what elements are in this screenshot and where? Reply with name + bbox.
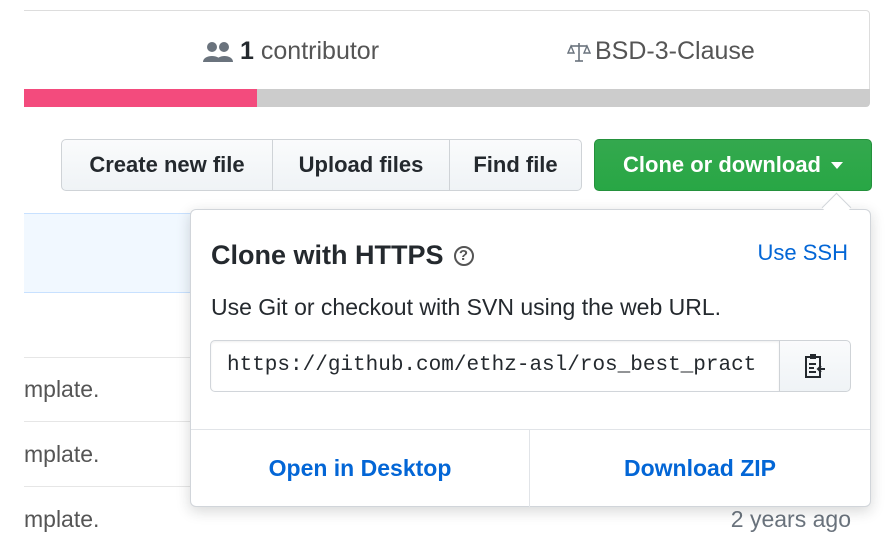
contributors-label: contributor bbox=[260, 37, 380, 65]
find-file-button[interactable]: Find file bbox=[449, 139, 582, 191]
file-row-commit-message[interactable]: mplate. bbox=[24, 441, 99, 468]
language-bar-segment[interactable] bbox=[24, 89, 257, 107]
copy-url-button[interactable] bbox=[779, 340, 851, 392]
clone-url-input[interactable]: https://github.com/ethz-asl/ros_best_pra… bbox=[210, 340, 780, 392]
people-icon bbox=[203, 41, 233, 62]
clone-title-text: Clone with HTTPS bbox=[211, 240, 444, 270]
clone-description: Use Git or checkout with SVN using the w… bbox=[211, 294, 722, 320]
clone-or-download-label: Clone or download bbox=[623, 152, 821, 177]
chevron-down-icon bbox=[831, 161, 843, 169]
upload-files-button[interactable]: Upload files bbox=[272, 139, 450, 191]
clippy-icon bbox=[805, 354, 825, 378]
use-ssh-link[interactable]: Use SSH bbox=[758, 240, 848, 266]
file-row-commit-message[interactable]: mplate. bbox=[24, 376, 99, 403]
clone-dropdown: Clone with HTTPS ? Use SSH Use Git or ch… bbox=[190, 209, 871, 507]
language-bar[interactable] bbox=[24, 89, 870, 107]
question-icon[interactable]: ? bbox=[453, 245, 474, 266]
repo-stats-bar: 1 contributor BSD-3-Clause bbox=[24, 10, 870, 90]
language-bar-segment[interactable] bbox=[256, 89, 870, 107]
contributors-stat[interactable]: 1 contributor bbox=[202, 37, 379, 66]
license-stat[interactable]: BSD-3-Clause bbox=[567, 37, 755, 66]
law-icon bbox=[567, 42, 591, 62]
create-new-file-button[interactable]: Create new file bbox=[61, 139, 273, 191]
file-row-age: 2 years ago bbox=[730, 506, 851, 532]
file-row-commit-message[interactable]: mplate. bbox=[24, 506, 99, 533]
open-in-desktop-button[interactable]: Open in Desktop bbox=[191, 430, 529, 507]
contributors-count: 1 bbox=[240, 37, 254, 65]
download-zip-button[interactable]: Download ZIP bbox=[530, 430, 870, 507]
license-label: BSD-3-Clause bbox=[595, 37, 755, 65]
clone-or-download-button[interactable]: Clone or download bbox=[594, 139, 872, 191]
clone-dropdown-title: Clone with HTTPS ? bbox=[211, 240, 474, 271]
